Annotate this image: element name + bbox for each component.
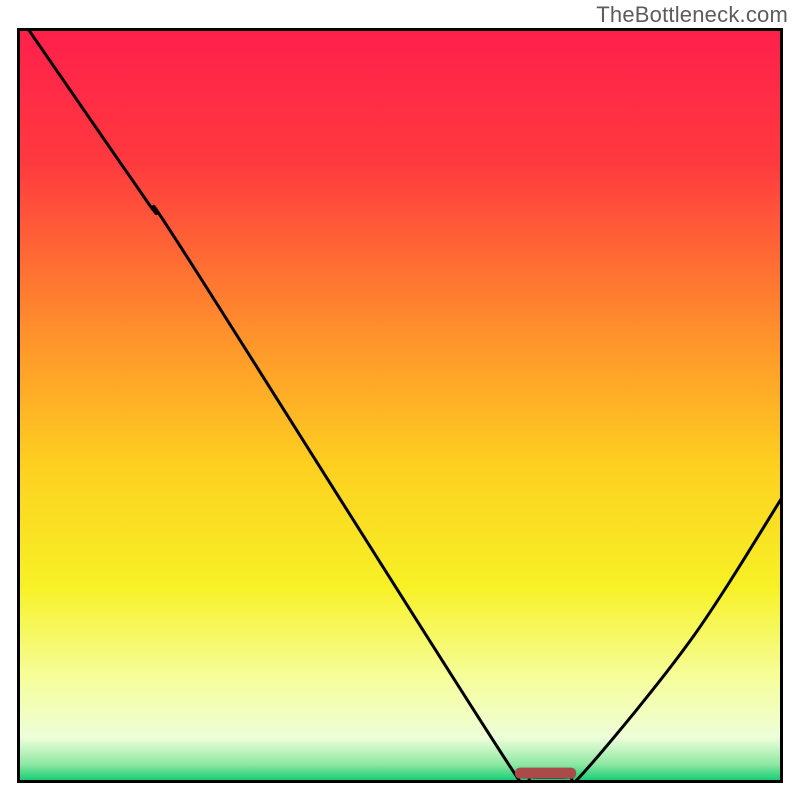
optimal-marker [515, 768, 576, 779]
watermark-text: TheBottleneck.com [596, 2, 788, 28]
chart-container: TheBottleneck.com [0, 0, 800, 800]
plot-area [17, 28, 783, 783]
chart-svg [17, 28, 783, 783]
